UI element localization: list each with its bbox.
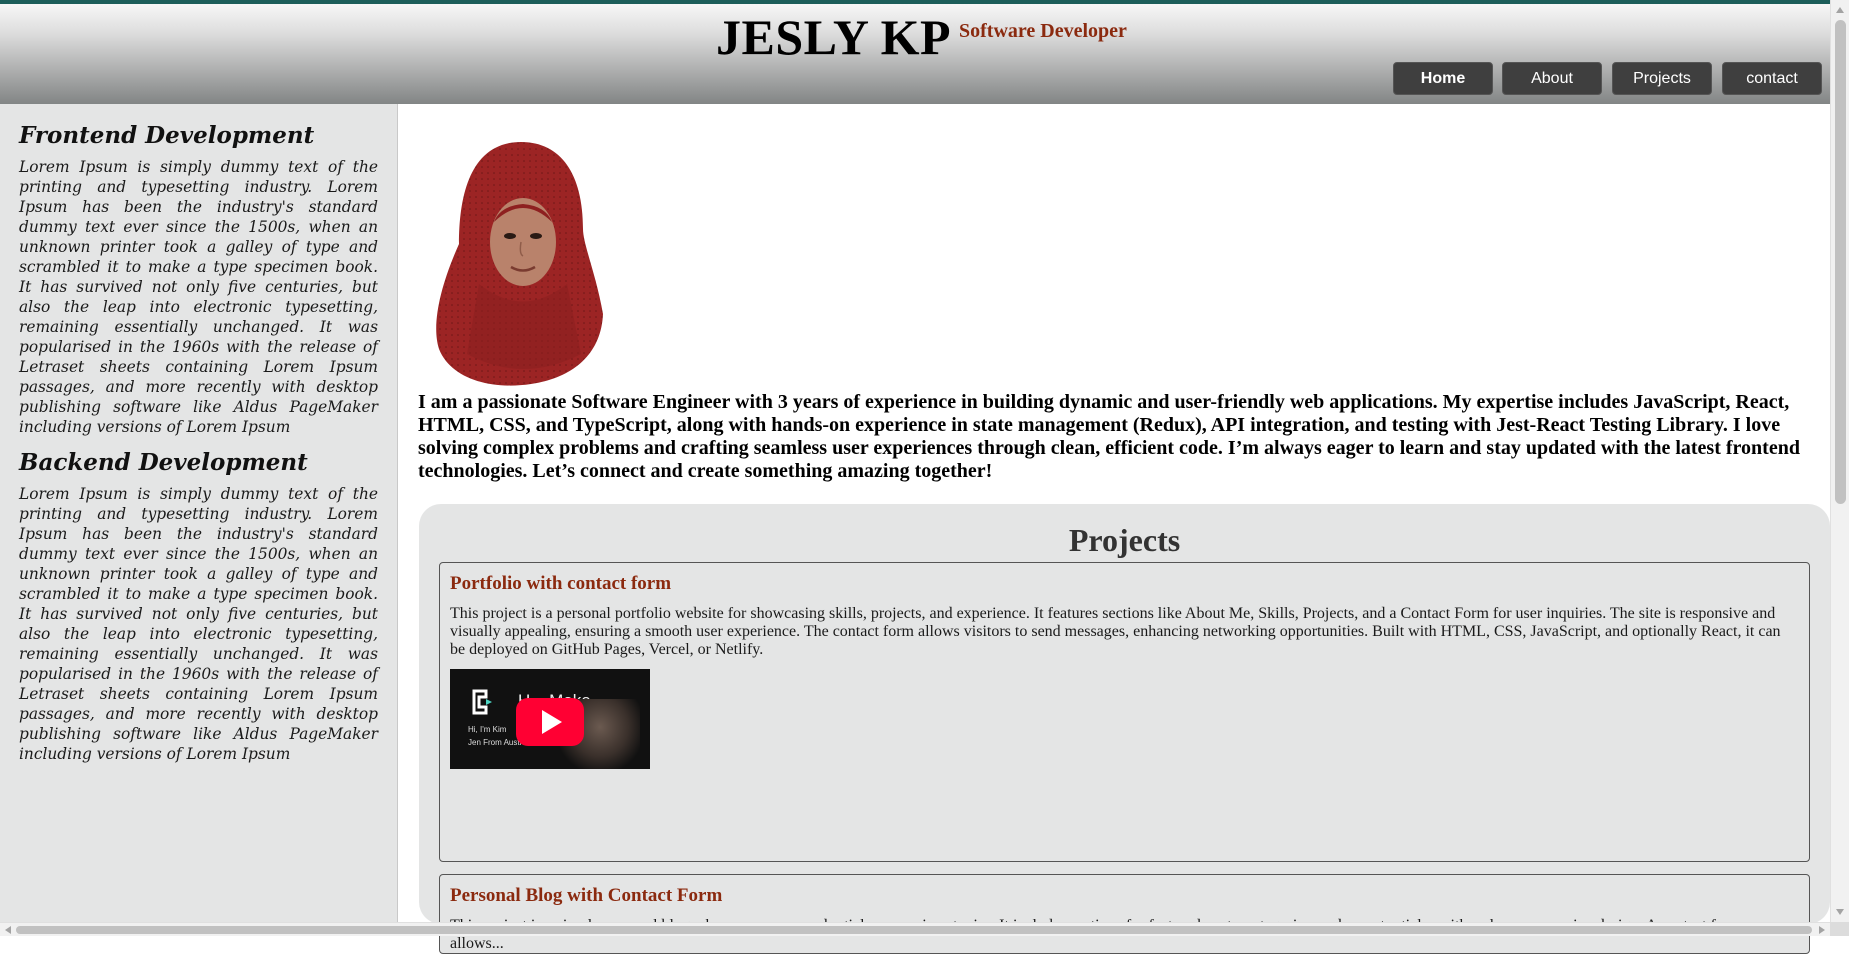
video-logo-icon [472, 689, 492, 715]
play-icon[interactable] [516, 698, 584, 746]
project-card: Portfolio with contact form This project… [439, 562, 1810, 862]
project-video-embed[interactable]: H... Make ... Hi, I'm Kim Jen From Austr… [450, 669, 650, 769]
sidebar-section-title: Frontend Development [19, 122, 315, 149]
sidebar: Frontend Development Lorem Ipsum is simp… [0, 104, 398, 922]
scroll-right-icon[interactable] [1819, 926, 1825, 934]
horizontal-scroll-thumb[interactable] [16, 926, 1812, 934]
main-content: I am a passionate Software Engineer with… [399, 104, 1830, 954]
nav-contact-button[interactable]: contact [1722, 62, 1822, 95]
project-description: This project is a personal portfolio web… [450, 605, 1781, 658]
sidebar-section-text: Lorem Ipsum is simply dummy text of the … [19, 485, 378, 763]
scrollbar-corner [1830, 922, 1849, 936]
top-nav: Home About Projects contact [1393, 62, 1822, 95]
scroll-up-icon[interactable] [1836, 7, 1844, 13]
sidebar-section-title: Backend Development [19, 449, 308, 476]
horizontal-scrollbar[interactable] [0, 922, 1830, 936]
projects-section: Projects Portfolio with contact form Thi… [419, 504, 1830, 954]
site-header: JESLY KP Software Developer Home About P… [0, 4, 1830, 104]
video-caption-line: Hi, I'm Kim [468, 725, 507, 734]
bio-paragraph: I am a passionate Software Engineer with… [418, 391, 1800, 482]
project-title: Personal Blog with Contact Form [450, 885, 723, 906]
sidebar-section-text: Lorem Ipsum is simply dummy text of the … [19, 158, 378, 436]
nav-about-button[interactable]: About [1502, 62, 1602, 95]
scroll-down-icon[interactable] [1836, 909, 1844, 915]
vertical-scroll-thumb[interactable] [1835, 20, 1846, 504]
projects-title: Projects [1068, 522, 1181, 558]
scroll-left-icon[interactable] [5, 926, 11, 934]
site-name: JESLY KP [716, 9, 952, 65]
vertical-scrollbar[interactable] [1830, 0, 1849, 922]
nav-home-button[interactable]: Home [1393, 62, 1493, 95]
nav-projects-button[interactable]: Projects [1612, 62, 1712, 95]
profile-photo [431, 134, 611, 386]
project-title: Portfolio with contact form [450, 573, 672, 594]
project-card: Personal Blog with Contact Form This pro… [439, 874, 1810, 954]
site-subtitle: Software Developer [959, 20, 1127, 42]
